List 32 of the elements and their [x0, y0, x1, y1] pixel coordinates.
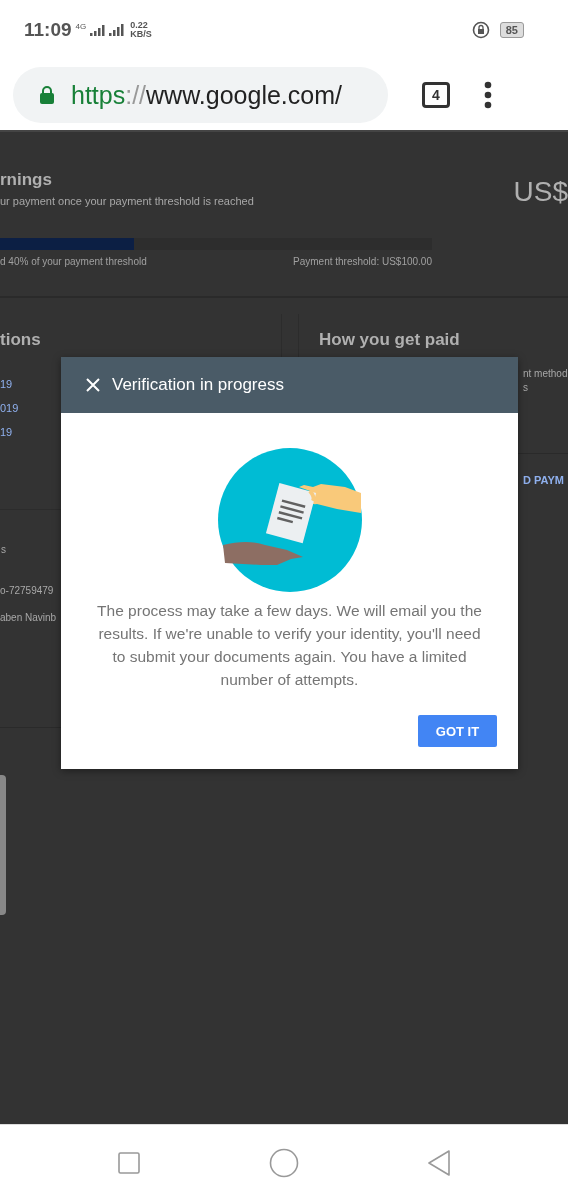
settings-title: s — [0, 544, 6, 555]
clock: 11:09 — [24, 19, 72, 41]
earnings-amount: US$ — [513, 176, 568, 208]
account-name: aben Navinb — [0, 612, 57, 623]
progress-label: d 40% of your payment threshold — [0, 256, 147, 267]
network-type: 4G — [75, 22, 87, 31]
close-icon[interactable] — [86, 378, 100, 392]
dialog-message: The process may take a few days. We will email you the results. If we're unable to verify your identity, you'll need to submit your documents again. You have a limited number of attempts. — [96, 601, 483, 690]
address-bar[interactable]: https://www.google.com/ — [13, 67, 388, 123]
dialog-title: Verification in progress — [112, 375, 284, 395]
transactions-title: tions — [0, 330, 42, 350]
lock-icon — [39, 85, 55, 105]
earnings-subtitle: ur payment once your payment threshold is reached — [0, 195, 254, 207]
rotation-lock-icon — [471, 21, 490, 39]
url-text: https://www.google.com/ — [71, 80, 342, 110]
back-icon[interactable] — [427, 1149, 451, 1176]
signal-icon — [90, 24, 125, 36]
scrollbar[interactable] — [0, 775, 6, 915]
payment-title: How you get paid — [319, 330, 461, 350]
network-speed: 0.22 KB/S — [130, 21, 152, 39]
battery-level: 85 — [499, 22, 524, 38]
account-id: o-72759479 — [0, 585, 54, 596]
tab-count-button[interactable]: 4 — [422, 82, 450, 108]
payment-text: nt method — [523, 368, 568, 379]
home-icon[interactable] — [268, 1147, 299, 1178]
menu-icon[interactable] — [484, 81, 492, 109]
add-payment-link[interactable]: D PAYM — [523, 474, 568, 486]
earnings-title: rnings — [0, 170, 53, 190]
threshold-label: Payment threshold: US$100.00 — [293, 256, 432, 267]
payment-text: s — [523, 382, 529, 393]
recents-icon[interactable] — [118, 1151, 140, 1174]
got-it-button[interactable]: GOT IT — [418, 715, 497, 747]
